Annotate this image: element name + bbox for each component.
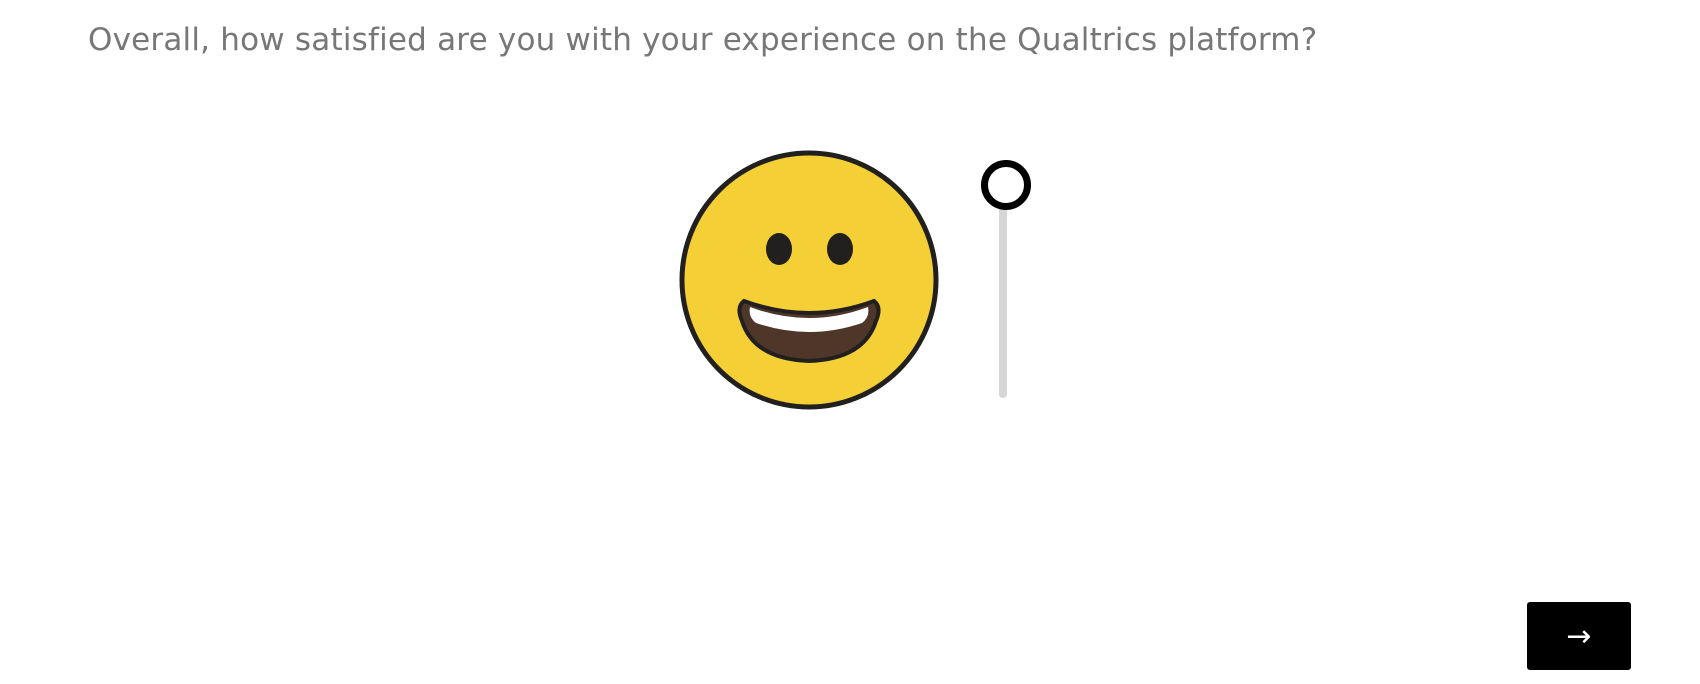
right-eye	[827, 233, 853, 265]
satisfaction-slider[interactable]	[978, 160, 1031, 402]
next-button[interactable]: →	[1527, 602, 1631, 670]
left-eye	[766, 233, 792, 265]
slider-handle[interactable]	[981, 160, 1031, 210]
slider-track[interactable]	[999, 184, 1007, 398]
face-circle	[679, 150, 939, 410]
question-text: Overall, how satisfied are you with your…	[88, 22, 1318, 58]
survey-page: Overall, how satisfied are you with your…	[0, 0, 1700, 684]
arrow-right-icon: →	[1566, 618, 1592, 654]
grinning-face-icon	[678, 149, 940, 411]
